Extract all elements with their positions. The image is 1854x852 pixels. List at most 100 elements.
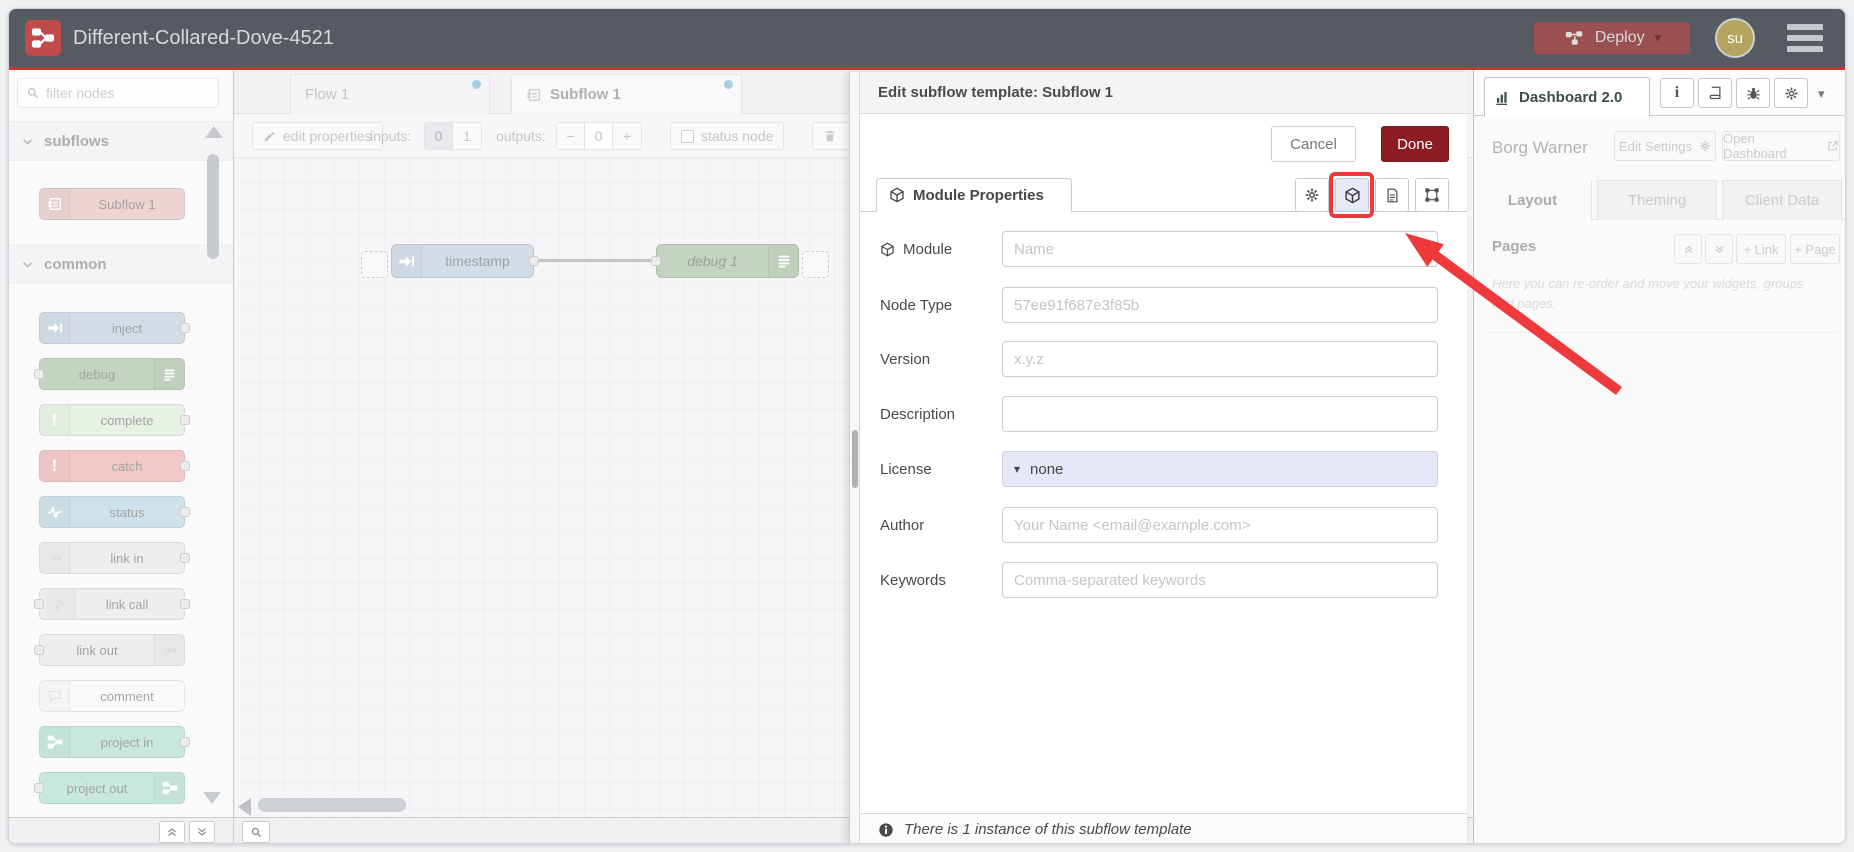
instance-note: There is 1 instance of this subflow temp… bbox=[904, 821, 1192, 838]
node-type-input[interactable] bbox=[1002, 287, 1438, 323]
edit-properties-button[interactable]: edit properties bbox=[252, 122, 383, 150]
move-down-button[interactable] bbox=[1705, 234, 1733, 264]
output-port[interactable] bbox=[529, 256, 539, 266]
deploy-button[interactable]: Deploy ▾ bbox=[1534, 22, 1690, 54]
tab-subflow-1[interactable]: Subflow 1 bbox=[511, 74, 742, 114]
outputs-value[interactable]: 0 bbox=[585, 123, 613, 149]
license-label: License bbox=[880, 460, 932, 478]
canvas-node-timestamp[interactable]: timestamp bbox=[391, 244, 539, 278]
inputs-option-1[interactable]: 1 bbox=[453, 123, 481, 149]
config-nodes-button[interactable] bbox=[1774, 78, 1808, 108]
version-input[interactable] bbox=[1002, 341, 1438, 377]
tray-resize-handle[interactable] bbox=[852, 430, 858, 488]
checkbox-icon[interactable] bbox=[681, 129, 694, 143]
version-label: Version bbox=[880, 350, 931, 368]
palette-category-subflows[interactable]: subflows bbox=[9, 121, 233, 161]
palette-node-debug[interactable]: debug bbox=[34, 358, 185, 390]
palette-node-comment[interactable]: comment bbox=[39, 680, 185, 712]
license-select[interactable]: ▾ none bbox=[1002, 451, 1438, 487]
tray-gutter bbox=[849, 72, 859, 843]
info-tab-button[interactable]: i bbox=[1660, 78, 1694, 108]
pages-heading: Pages bbox=[1492, 238, 1537, 255]
palette-node-link-call[interactable]: link call bbox=[34, 588, 190, 620]
subflow-input-stub[interactable] bbox=[361, 251, 388, 278]
description-tab-button[interactable] bbox=[1375, 178, 1409, 212]
palette-filter[interactable] bbox=[17, 78, 219, 108]
search-icon bbox=[27, 87, 38, 98]
tab-dashboard-2[interactable]: Dashboard 2.0 bbox=[1484, 77, 1650, 117]
debug-messages-button[interactable] bbox=[1736, 78, 1770, 108]
output-port bbox=[180, 737, 190, 747]
done-button[interactable]: Done bbox=[1381, 126, 1449, 162]
output-port bbox=[180, 461, 190, 471]
sidebar-menu-caret-icon[interactable]: ▾ bbox=[1818, 86, 1825, 102]
open-dashboard-button[interactable]: Open Dashboard bbox=[1722, 131, 1840, 161]
palette-scroll-up-icon[interactable] bbox=[205, 126, 223, 138]
palette-footer bbox=[9, 817, 233, 843]
move-up-button[interactable] bbox=[1674, 234, 1702, 264]
palette-node-link-in[interactable]: link in bbox=[39, 542, 190, 574]
output-port bbox=[180, 553, 190, 563]
external-link-icon bbox=[1828, 140, 1839, 151]
palette-scroll-down-icon[interactable] bbox=[203, 792, 221, 804]
palette-node-project-in[interactable]: project in bbox=[39, 726, 190, 758]
palette-node-link-out[interactable]: link out bbox=[34, 634, 185, 666]
outputs-minus-button[interactable]: − bbox=[557, 123, 585, 149]
cancel-button[interactable]: Cancel bbox=[1271, 126, 1356, 162]
divider bbox=[1484, 332, 1838, 333]
add-link-button[interactable]: + Link bbox=[1736, 234, 1786, 264]
keywords-input[interactable] bbox=[1002, 562, 1438, 598]
palette-node-subflow-1[interactable]: Subflow 1 bbox=[39, 188, 185, 220]
help-book-button[interactable] bbox=[1698, 78, 1732, 108]
tab-module-properties[interactable]: Module Properties bbox=[876, 178, 1072, 212]
palette-filter-input[interactable] bbox=[46, 85, 196, 101]
main-menu-icon[interactable] bbox=[1787, 24, 1823, 52]
tab-layout[interactable]: Layout bbox=[1474, 180, 1592, 221]
add-page-button[interactable]: + Page bbox=[1790, 234, 1840, 264]
edit-settings-button[interactable]: Edit Settings bbox=[1614, 131, 1716, 161]
input-port bbox=[34, 599, 44, 609]
tab-theming[interactable]: Theming bbox=[1597, 180, 1717, 220]
node-palette: subflows Subflow 1 common inject debug !… bbox=[9, 70, 234, 843]
dashboard-sidebar-content: Borg Warner Edit Settings Open Dashboard… bbox=[1474, 116, 1845, 843]
deploy-caret-icon[interactable]: ▾ bbox=[1655, 30, 1662, 46]
project-name: Borg Warner bbox=[1492, 138, 1588, 157]
header: Different-Collared-Dove-4521 Deploy ▾ su bbox=[9, 9, 1845, 67]
horizontal-scrollbar[interactable] bbox=[258, 798, 406, 812]
palette-node-catch[interactable]: ! catch bbox=[39, 450, 190, 482]
dashboard-tabs: Layout Theming Client Data bbox=[1474, 180, 1845, 221]
module-properties-tab-button[interactable] bbox=[1335, 178, 1369, 212]
description-input[interactable] bbox=[1002, 396, 1438, 432]
cube-icon bbox=[890, 187, 904, 203]
dialog-title: Edit subflow template: Subflow 1 bbox=[860, 72, 1467, 114]
hscroll-left-icon[interactable] bbox=[238, 798, 251, 816]
zoom-search-button[interactable] bbox=[242, 821, 270, 843]
debug-icon[interactable] bbox=[768, 245, 798, 277]
outputs-plus-button[interactable]: + bbox=[613, 123, 641, 149]
user-avatar[interactable]: su bbox=[1715, 18, 1755, 58]
subflow-output-stub[interactable] bbox=[802, 251, 829, 278]
inputs-option-0[interactable]: 0 bbox=[425, 123, 453, 149]
collapse-all-button[interactable] bbox=[159, 821, 185, 843]
wire[interactable] bbox=[537, 259, 651, 262]
palette-category-common[interactable]: common bbox=[9, 244, 233, 284]
complete-icon: ! bbox=[40, 405, 70, 435]
palette-node-status[interactable]: status bbox=[39, 496, 190, 528]
pages-help-text: Here you can re-order and move your widg… bbox=[1492, 276, 1804, 311]
tab-client-data[interactable]: Client Data bbox=[1722, 180, 1842, 220]
palette-node-complete[interactable]: ! complete bbox=[39, 404, 190, 436]
module-input[interactable] bbox=[1002, 231, 1438, 267]
canvas-node-debug-1[interactable]: debug 1 bbox=[651, 244, 799, 278]
appearance-tab-button[interactable] bbox=[1415, 178, 1449, 212]
palette-node-project-out[interactable]: project out bbox=[34, 772, 185, 804]
expand-all-button[interactable] bbox=[189, 821, 215, 843]
subflow-icon bbox=[527, 88, 540, 101]
tab-flow-1[interactable]: Flow 1 bbox=[290, 74, 490, 114]
license-field-row: License ▾ none bbox=[860, 451, 1467, 487]
deploy-icon bbox=[1565, 31, 1583, 45]
palette-node-inject[interactable]: inject bbox=[39, 312, 190, 344]
author-input[interactable] bbox=[1002, 507, 1438, 543]
palette-scrollbar[interactable] bbox=[207, 154, 219, 259]
edit-properties-tab-button[interactable] bbox=[1295, 178, 1329, 212]
status-node-toggle[interactable]: status node bbox=[670, 122, 785, 150]
